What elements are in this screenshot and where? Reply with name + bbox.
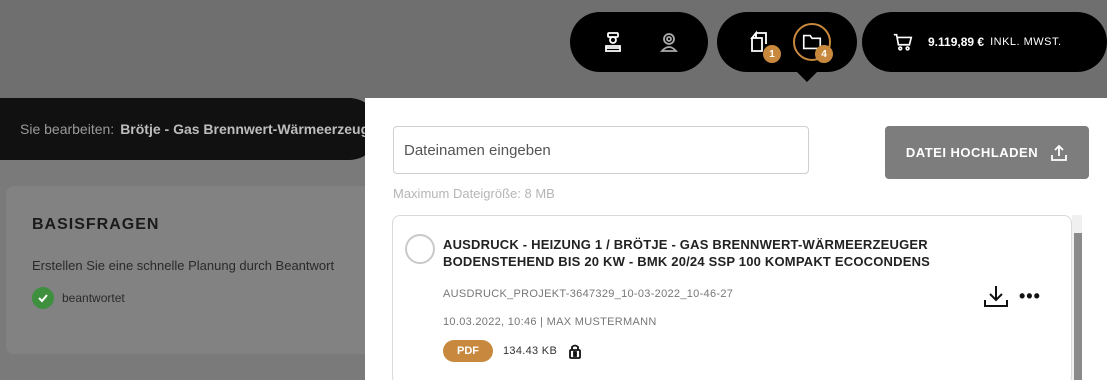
filename-search-input[interactable] — [393, 126, 809, 174]
file-name: AUSDRUCK_PROJEKT-3647329_10-03-2022_10-4… — [443, 288, 734, 300]
editing-title: Brötje - Gas Brennwert-Wärmeerzeug — [120, 121, 370, 137]
file-title: AUSDRUCK - HEIZUNG 1 / BRÖTJE - GAS BREN… — [443, 237, 931, 269]
cart-total: 9.119,89 € — [928, 35, 985, 49]
basisfragen-card[interactable]: BASISFRAGEN Erstellen Sie eine schnelle … — [6, 186, 376, 354]
cart-icon — [893, 33, 913, 51]
cart-tax-label: INKL. MWST. — [990, 36, 1062, 48]
file-actions: ••• — [983, 284, 1041, 308]
files-panel: DATEI HOCHLADEN Maximum Dateigröße: 8 MB… — [365, 98, 1107, 380]
file-footer: PDF 134.43 KB — [443, 340, 583, 362]
check-icon — [32, 287, 54, 309]
files-button[interactable]: 4 — [793, 23, 833, 63]
documents-count-badge: 1 — [763, 45, 781, 63]
more-options-icon[interactable]: ••• — [1019, 286, 1041, 307]
file-select-radio[interactable] — [405, 234, 435, 264]
dropdown-caret — [797, 72, 817, 82]
file-type-badge: PDF — [443, 340, 493, 362]
user-pill — [570, 12, 708, 72]
files-count-badge: 4 — [815, 45, 833, 63]
card-text: Erstellen Sie eine schnelle Planung durc… — [32, 258, 335, 273]
documents-button[interactable]: 1 — [743, 25, 781, 63]
answered-label: beantwortet — [62, 291, 125, 305]
technician-icon[interactable] — [596, 25, 630, 59]
editing-bar: Sie bearbeiten: Brötje - Gas Brennwert-W… — [0, 98, 380, 160]
max-size-hint: Maximum Dateigröße: 8 MB — [393, 186, 555, 201]
answered-status: beantwortet — [32, 287, 350, 309]
contact-person-icon[interactable] — [652, 25, 686, 59]
upload-file-button[interactable]: DATEI HOCHLADEN — [885, 126, 1089, 179]
cart-pill[interactable]: 9.119,89 € INKL. MWST. — [862, 12, 1107, 72]
file-card: AUSDRUCK - HEIZUNG 1 / BRÖTJE - GAS BREN… — [392, 215, 1072, 380]
documents-pill: 1 4 — [717, 12, 857, 72]
file-meta: 10.03.2022, 10:46 | MAX MUSTERMANN — [443, 316, 657, 328]
upload-icon — [1051, 144, 1067, 161]
scrollbar-thumb[interactable] — [1074, 233, 1082, 380]
editing-prefix: Sie bearbeiten: — [20, 121, 115, 137]
upload-label: DATEI HOCHLADEN — [905, 145, 1039, 160]
lock-icon — [569, 344, 581, 359]
download-icon[interactable] — [983, 284, 1009, 308]
file-size: 134.43 KB — [503, 345, 558, 357]
card-title: BASISFRAGEN — [32, 216, 160, 233]
